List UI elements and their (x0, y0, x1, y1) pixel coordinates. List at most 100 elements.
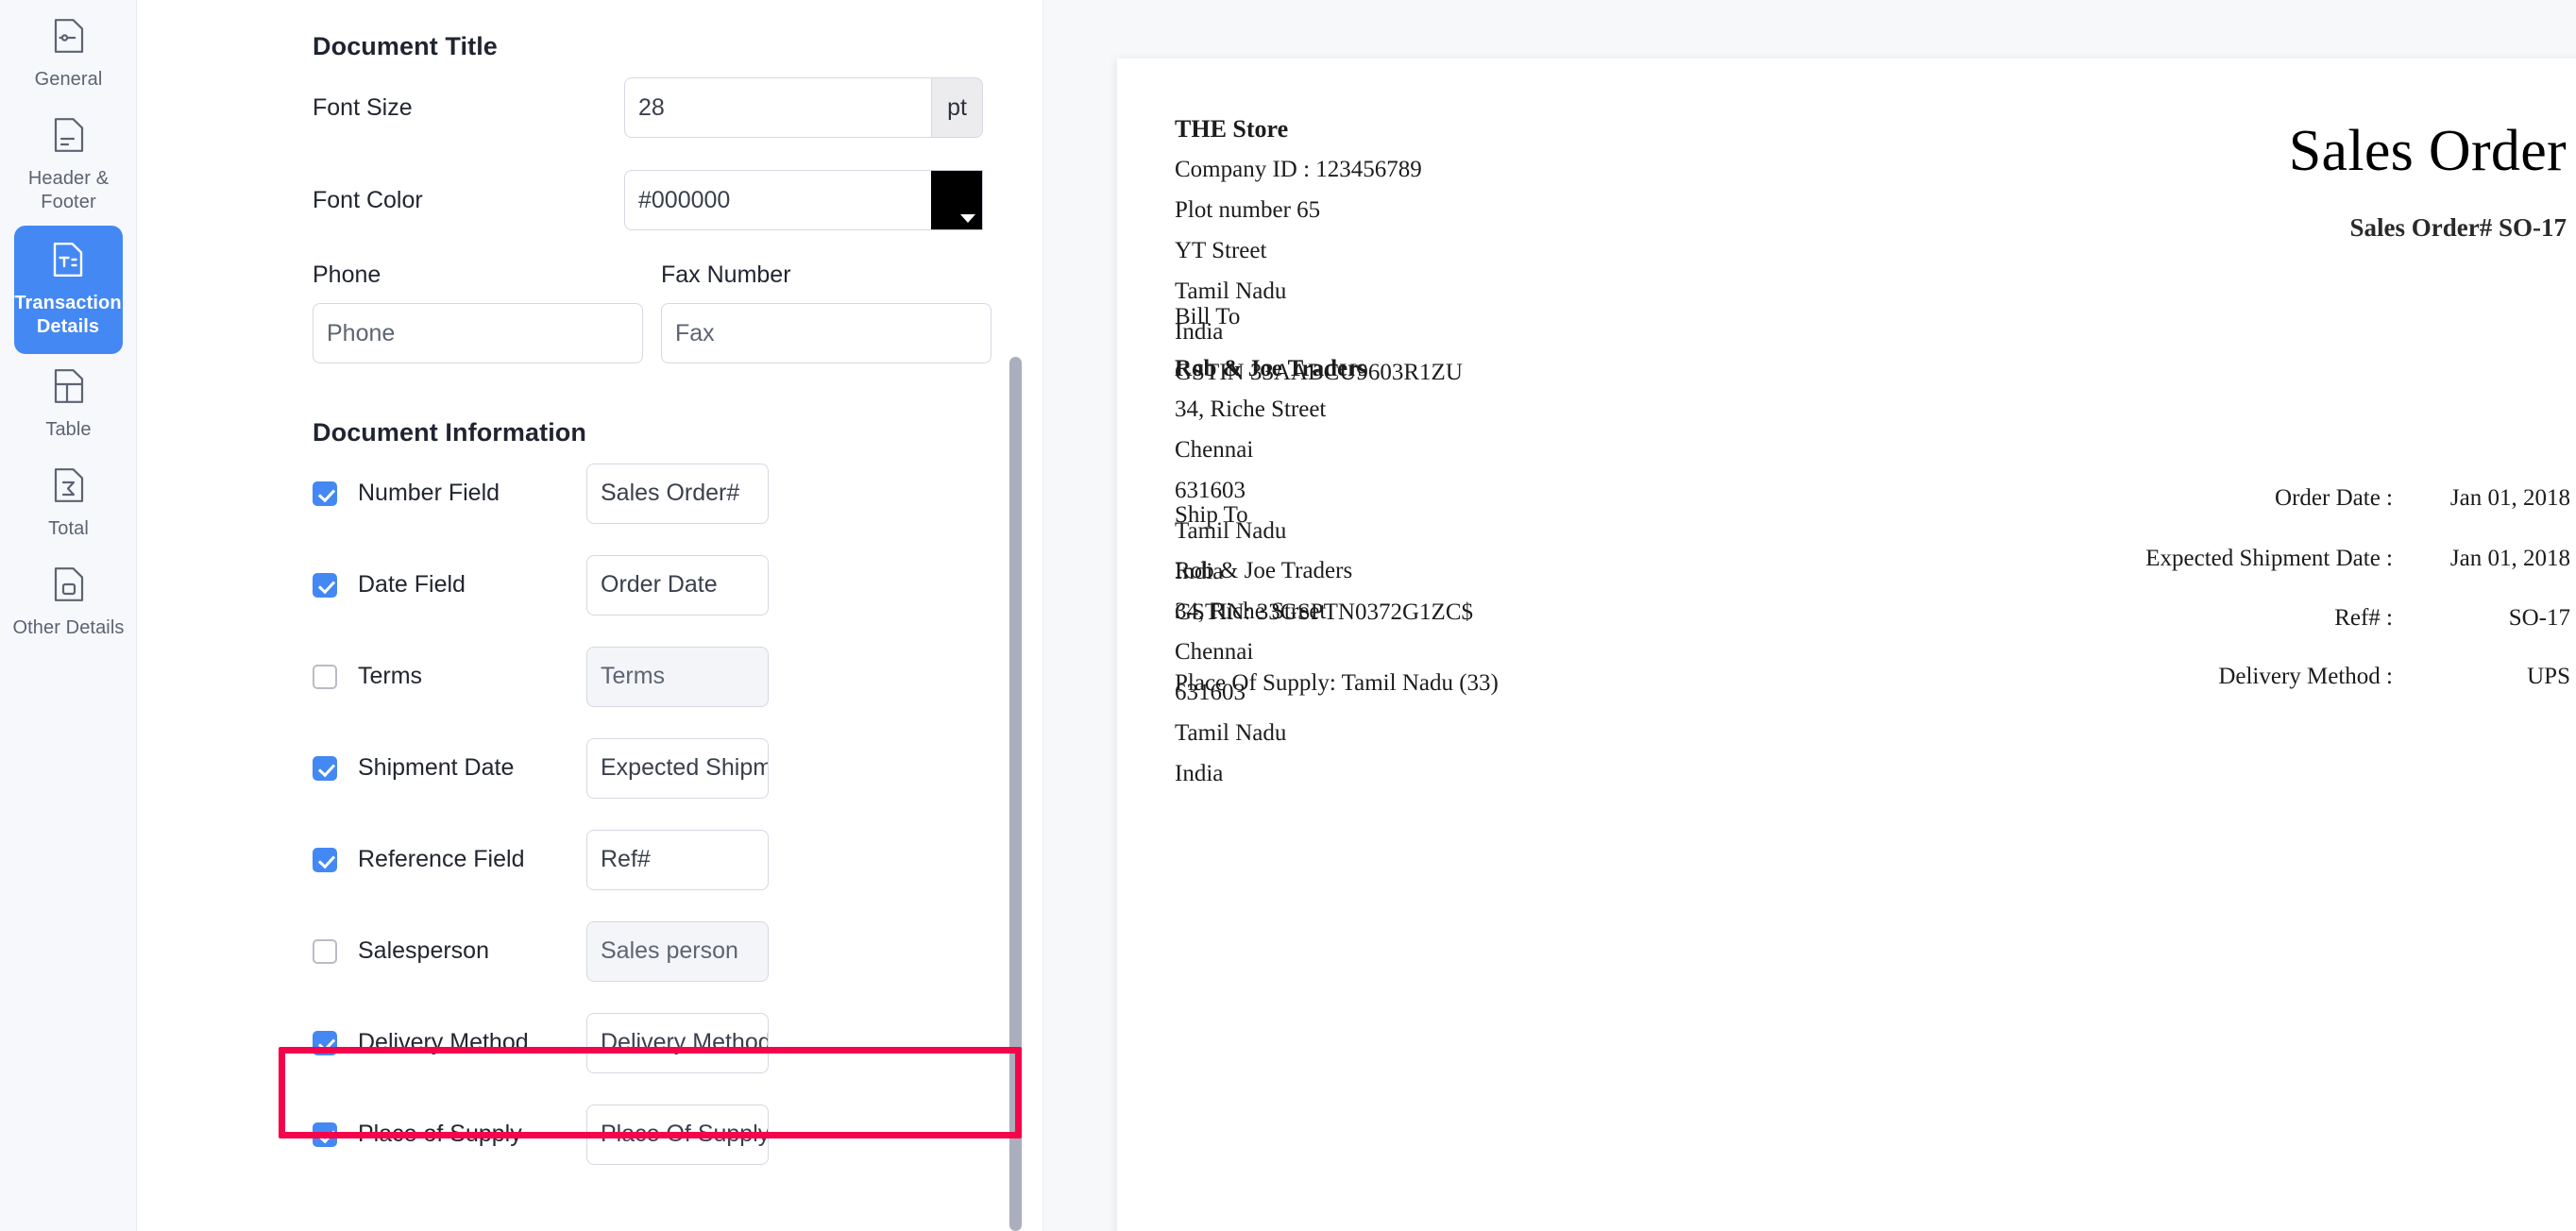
ship-to-name: Rob & Joe Traders (1175, 558, 1353, 583)
settings-form-panel: Document Title Font Size 28 pt Font Colo… (137, 0, 1043, 1231)
field-input-salesperson[interactable]: Sales person (586, 920, 769, 982)
field-input-shipment-date[interactable]: Expected Shipment Date (586, 737, 769, 799)
form-scrollbar-thumb[interactable] (1009, 357, 1022, 1231)
document-information-heading: Document Information (313, 418, 586, 447)
checkbox-delivery-method[interactable] (313, 1030, 337, 1055)
document-title-heading: Document Title (313, 32, 498, 60)
company-name: THE Store (1175, 115, 1289, 143)
meta-row: Delivery Method : UPS (2042, 660, 2570, 694)
checkbox-shipment-date[interactable] (313, 755, 337, 781)
phone-label: Phone (313, 261, 381, 288)
checkbox-salesperson[interactable] (313, 938, 337, 964)
field-label-reference-field: Reference Field (358, 846, 525, 872)
ship-to-block: Ship To Rob & Joe Traders 34, Riche Stre… (1175, 495, 1352, 794)
fax-input[interactable]: Fax (661, 303, 991, 363)
fax-label: Fax Number (661, 261, 791, 288)
company-address-line: Plot number 65 (1175, 197, 1321, 223)
sigma-total-document-icon (53, 466, 85, 509)
field-row-number-field: Number Field Sales Order# (137, 447, 1042, 539)
other-details-document-icon (53, 565, 85, 608)
font-color-input[interactable]: #000000 (624, 170, 931, 230)
bill-to-address-line: Chennai (1175, 437, 1254, 463)
sidebar-item-general[interactable]: General (0, 4, 137, 103)
phone-fax-labels: Phone Fax Number (137, 261, 1042, 289)
ship-to-address-line: Tamil Nadu (1175, 720, 1287, 746)
sidebar-item-other-details[interactable]: Other Details (0, 552, 137, 651)
ship-to-address-line: 34, Riche Street (1175, 599, 1327, 624)
phone-fax-inputs: Phone Fax (137, 303, 1042, 363)
checkbox-reference-field[interactable] (313, 847, 337, 872)
sidebar-item-label: General (34, 69, 103, 90)
bill-to-label: Bill To (1175, 304, 1241, 329)
table-document-icon (53, 367, 85, 410)
checkbox-date-field[interactable] (313, 572, 337, 598)
place-of-supply-line: Place Of Supply: Tamil Nadu (33) (1175, 670, 1499, 696)
sidebar-item-total[interactable]: Total (0, 453, 137, 552)
field-row-place-of-supply: Place of Supply Place Of Supply (137, 1088, 1042, 1180)
field-row-date-field: Date Field Order Date (137, 539, 1042, 631)
sidebar-item-transaction-details[interactable]: Transaction Details (13, 226, 123, 354)
field-row-delivery-method: Delivery Method Delivery Method (137, 997, 1042, 1088)
ship-to-address-line: India (1175, 761, 1224, 786)
field-row-salesperson: Salesperson Sales person (137, 905, 1042, 997)
document-page: Sales Order Sales Order# SO-17 THE Store… (1117, 59, 2576, 1231)
checkbox-number-field[interactable] (313, 481, 337, 506)
font-size-control: 28 pt (624, 77, 983, 138)
meta-value: UPS (2527, 664, 2570, 689)
font-color-swatch-button[interactable] (931, 170, 983, 230)
bill-to-address-line: 34, Riche Street (1175, 396, 1327, 422)
font-size-input[interactable]: 28 (624, 77, 931, 138)
meta-row: Ref# : SO-17 (2042, 601, 2570, 635)
field-row-reference-field: Reference Field Ref# (137, 814, 1042, 905)
sidebar-item-label: Total (48, 518, 89, 539)
form-scrollbar-track[interactable] (1009, 0, 1033, 1231)
field-label-place-of-supply: Place of Supply (358, 1121, 522, 1147)
field-input-delivery-method[interactable]: Delivery Method (586, 1012, 769, 1073)
field-label-salesperson: Salesperson (358, 937, 489, 964)
field-row-terms: Terms Terms (137, 631, 1042, 722)
sidebar-item-label: Table (45, 419, 92, 440)
field-label-delivery-method: Delivery Method (358, 1029, 529, 1055)
ship-to-label: Ship To (1175, 502, 1248, 528)
document-information-field-list: Number Field Sales Order# Date Field Order … (137, 447, 1042, 1180)
document-title-text: Sales Order (2288, 119, 2567, 183)
field-label-terms: Terms (358, 663, 423, 689)
meta-row: Expected Shipment Date : Jan 01, 2018 (2042, 540, 2570, 577)
font-color-label: Font Color (313, 186, 423, 213)
company-address-line: YT Street (1175, 238, 1267, 263)
document-preview-pane: Sales Order Sales Order# SO-17 THE Store… (1043, 0, 2576, 1231)
bill-to-name: Rob & Joe Traders (1175, 356, 1367, 381)
transaction-details-document-icon (52, 241, 84, 283)
font-color-row: Font Color #000000 (137, 154, 1042, 246)
meta-value: Jan 01, 2018 (2449, 545, 2570, 571)
field-input-number-field[interactable]: Sales Order# (586, 463, 769, 524)
sidebar-item-label: Transaction Details (14, 293, 122, 337)
sidebar-item-label: Other Details (12, 617, 125, 638)
sidebar-item-header-footer[interactable]: Header & Footer (0, 103, 137, 226)
chevron-down-icon (960, 214, 975, 223)
checkbox-terms[interactable] (313, 664, 337, 689)
phone-input[interactable]: Phone (313, 303, 643, 363)
checkbox-place-of-supply[interactable] (313, 1121, 337, 1147)
header-footer-document-icon (53, 116, 85, 159)
editor-sidebar: General Header & Footer Transaction Detail… (0, 0, 137, 1231)
field-input-date-field[interactable]: Order Date (586, 554, 769, 616)
template-editor-app: General Header & Footer Transaction Detail… (0, 0, 2576, 1231)
general-document-icon (53, 17, 85, 59)
font-size-unit-label: pt (931, 77, 983, 138)
meta-key: Expected Shipment Date : (2145, 546, 2393, 571)
company-address-line: Company ID : 123456789 (1175, 157, 1422, 182)
field-input-place-of-supply[interactable]: Place Of Supply (586, 1104, 769, 1165)
font-size-row: Font Size 28 pt (137, 61, 1042, 154)
ship-to-address-line: Chennai (1175, 639, 1254, 665)
meta-key: Ref# : (2334, 605, 2393, 631)
sidebar-item-table[interactable]: Table (0, 354, 137, 453)
meta-value: Jan 01, 2018 (2449, 485, 2570, 511)
sidebar-item-label: Header & Footer (27, 168, 110, 212)
field-input-reference-field[interactable]: Ref# (586, 829, 769, 890)
meta-key: Delivery Method : (2218, 664, 2393, 689)
meta-value: SO-17 (2508, 605, 2570, 631)
document-number-text: Sales Order# SO-17 (2349, 213, 2568, 242)
field-label-date-field: Date Field (358, 571, 466, 598)
field-input-terms[interactable]: Terms (586, 646, 769, 707)
